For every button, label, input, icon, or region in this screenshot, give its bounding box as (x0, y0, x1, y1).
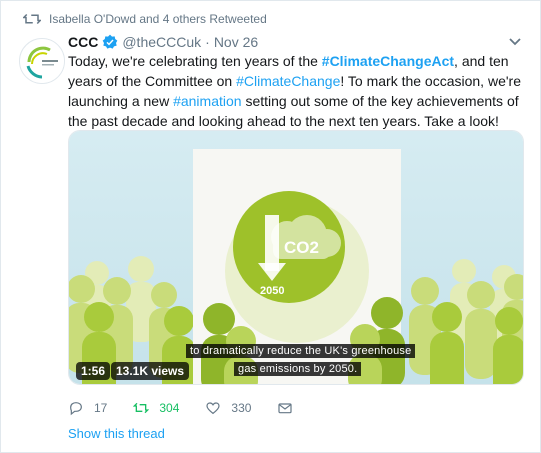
tweet-actions: 17 304 330 (68, 399, 303, 417)
verified-badge-icon (103, 34, 118, 49)
video-player[interactable]: CO2 2050 to dramatically reduce the UK's… (68, 130, 524, 385)
like-button[interactable]: 330 (205, 400, 251, 416)
hashtag-animation[interactable]: #animation (173, 93, 242, 109)
tweet-header: CCC @theCCCuk · Nov 26 (68, 32, 258, 52)
hashtag-climatechange[interactable]: #ClimateChange (236, 73, 340, 89)
year-label: 2050 (260, 285, 284, 297)
share-button[interactable] (277, 400, 303, 416)
display-name[interactable]: CCC (68, 34, 98, 50)
reply-button[interactable]: 17 (68, 400, 107, 416)
tweet-card[interactable]: Isabella O'Dowd and 4 others Retweeted C… (0, 0, 541, 453)
separator-dot: · (205, 34, 210, 50)
retweet-icon (133, 402, 150, 414)
tweet-text-part: Today, we're celebrating ten years of th… (68, 53, 322, 69)
retweet-context-text[interactable]: Isabella O'Dowd and 4 others Retweeted (49, 12, 267, 26)
timestamp[interactable]: Nov 26 (214, 34, 258, 50)
chevron-down-icon[interactable] (508, 34, 522, 48)
video-subtitle-line-1: to dramatically reduce the UK's greenhou… (186, 344, 416, 358)
hashtag-climatechangeact[interactable]: #ClimateChangeAct (322, 53, 454, 69)
retweet-icon (23, 13, 41, 25)
co2-label: CO2 (284, 238, 319, 257)
show-thread-link[interactable]: Show this thread (68, 426, 165, 441)
video-subtitle-line-2: gas emissions by 2050. (234, 362, 362, 376)
share-icon (278, 403, 293, 414)
like-count: 330 (231, 401, 252, 415)
like-icon (206, 402, 220, 415)
video-duration-badge: 1:56 (76, 362, 111, 380)
retweet-button[interactable]: 304 (133, 400, 179, 416)
avatar[interactable] (19, 38, 65, 84)
retweet-count: 304 (159, 401, 180, 415)
retweet-context: Isabella O'Dowd and 4 others Retweeted (23, 11, 267, 27)
handle[interactable]: @theCCCuk (122, 34, 201, 50)
reply-icon (70, 402, 82, 416)
tweet-text: Today, we're celebrating ten years of th… (68, 51, 530, 131)
video-views-badge: 13.1K views (111, 362, 190, 380)
reply-count: 17 (94, 401, 108, 415)
ccc-logo-icon (20, 39, 64, 83)
